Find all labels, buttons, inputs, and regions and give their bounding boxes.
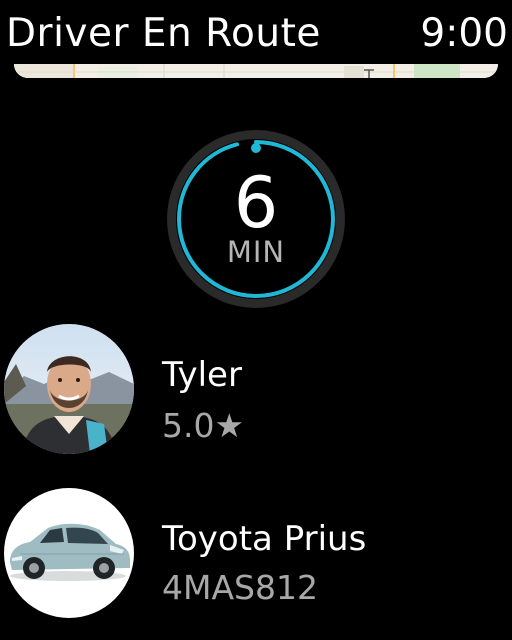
driver-row[interactable]: Tyler 5.0★ <box>0 324 512 456</box>
app-title: Driver En Route <box>6 11 321 56</box>
driver-avatar <box>4 324 134 454</box>
driver-name: Tyler <box>162 355 242 395</box>
map-preview[interactable] <box>14 64 498 78</box>
status-bar: Driver En Route 9:00 <box>0 0 512 62</box>
driver-rating-value: 5.0 <box>162 406 215 445</box>
driver-rating: 5.0★ <box>162 406 244 446</box>
vehicle-photo <box>4 488 134 618</box>
eta-indicator: 6 MIN <box>166 129 346 309</box>
clock: 9:00 <box>420 11 508 56</box>
eta-unit-label: MIN <box>226 235 286 269</box>
star-icon: ★ <box>214 406 245 445</box>
eta-minutes: 6 <box>233 162 279 244</box>
license-plate: 4MAS812 <box>162 568 318 607</box>
vehicle-model: Toyota Prius <box>162 519 367 559</box>
eta-progress-dot <box>251 143 261 153</box>
vehicle-row[interactable]: Toyota Prius 4MAS812 <box>0 488 512 620</box>
